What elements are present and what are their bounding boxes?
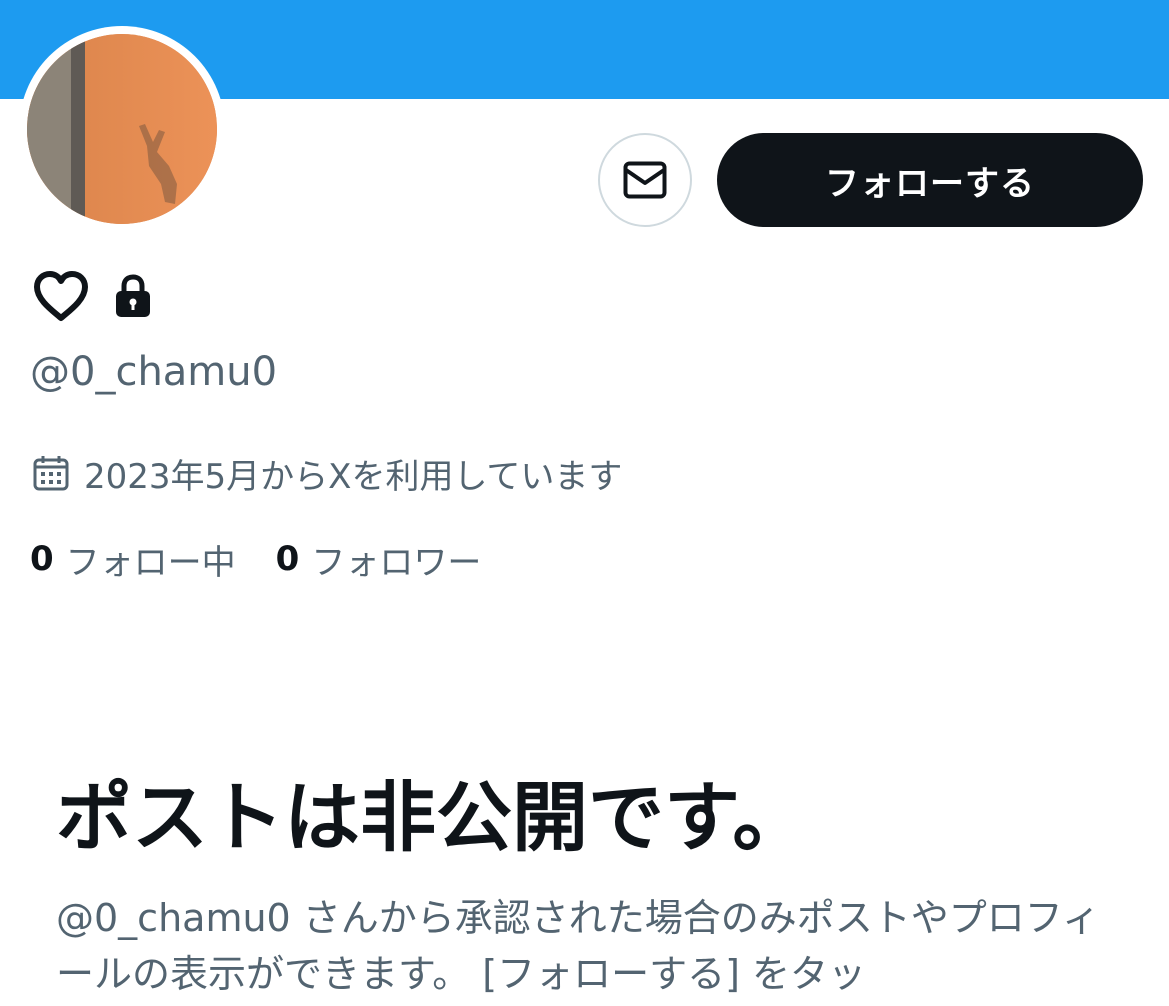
following-label: フォロー中 — [65, 542, 236, 583]
followers-link[interactable]: 0 フォロワー — [276, 535, 482, 584]
followers-label: フォロワー — [311, 542, 482, 583]
follow-stats: 0 フォロー中 0 フォロワー — [30, 534, 481, 584]
avatar-photo — [27, 34, 217, 224]
private-notice-heading: ポストは非公開です。 — [56, 773, 809, 862]
follow-button[interactable]: フォローする — [717, 133, 1143, 227]
avatar[interactable] — [27, 34, 217, 224]
message-button[interactable] — [598, 133, 692, 227]
private-notice-body: @0_chamu0 さんから承認された場合のみポストやプロフィールの表示ができま… — [56, 896, 1101, 996]
envelope-icon — [623, 161, 667, 199]
join-date: 2023年5月からXを利用しています — [32, 448, 622, 498]
following-count: 0 — [30, 539, 54, 579]
display-name — [32, 268, 152, 324]
profile-handle: @0_chamu0 — [30, 349, 278, 395]
following-link[interactable]: 0 フォロー中 — [30, 535, 236, 584]
calendar-icon — [33, 456, 69, 491]
lock-icon — [116, 274, 150, 317]
follow-button-label: フォローする — [825, 163, 1035, 204]
join-date-text: 2023年5月からXを利用しています — [84, 456, 623, 497]
followers-count: 0 — [275, 539, 300, 579]
heart-outline-icon — [34, 271, 88, 321]
